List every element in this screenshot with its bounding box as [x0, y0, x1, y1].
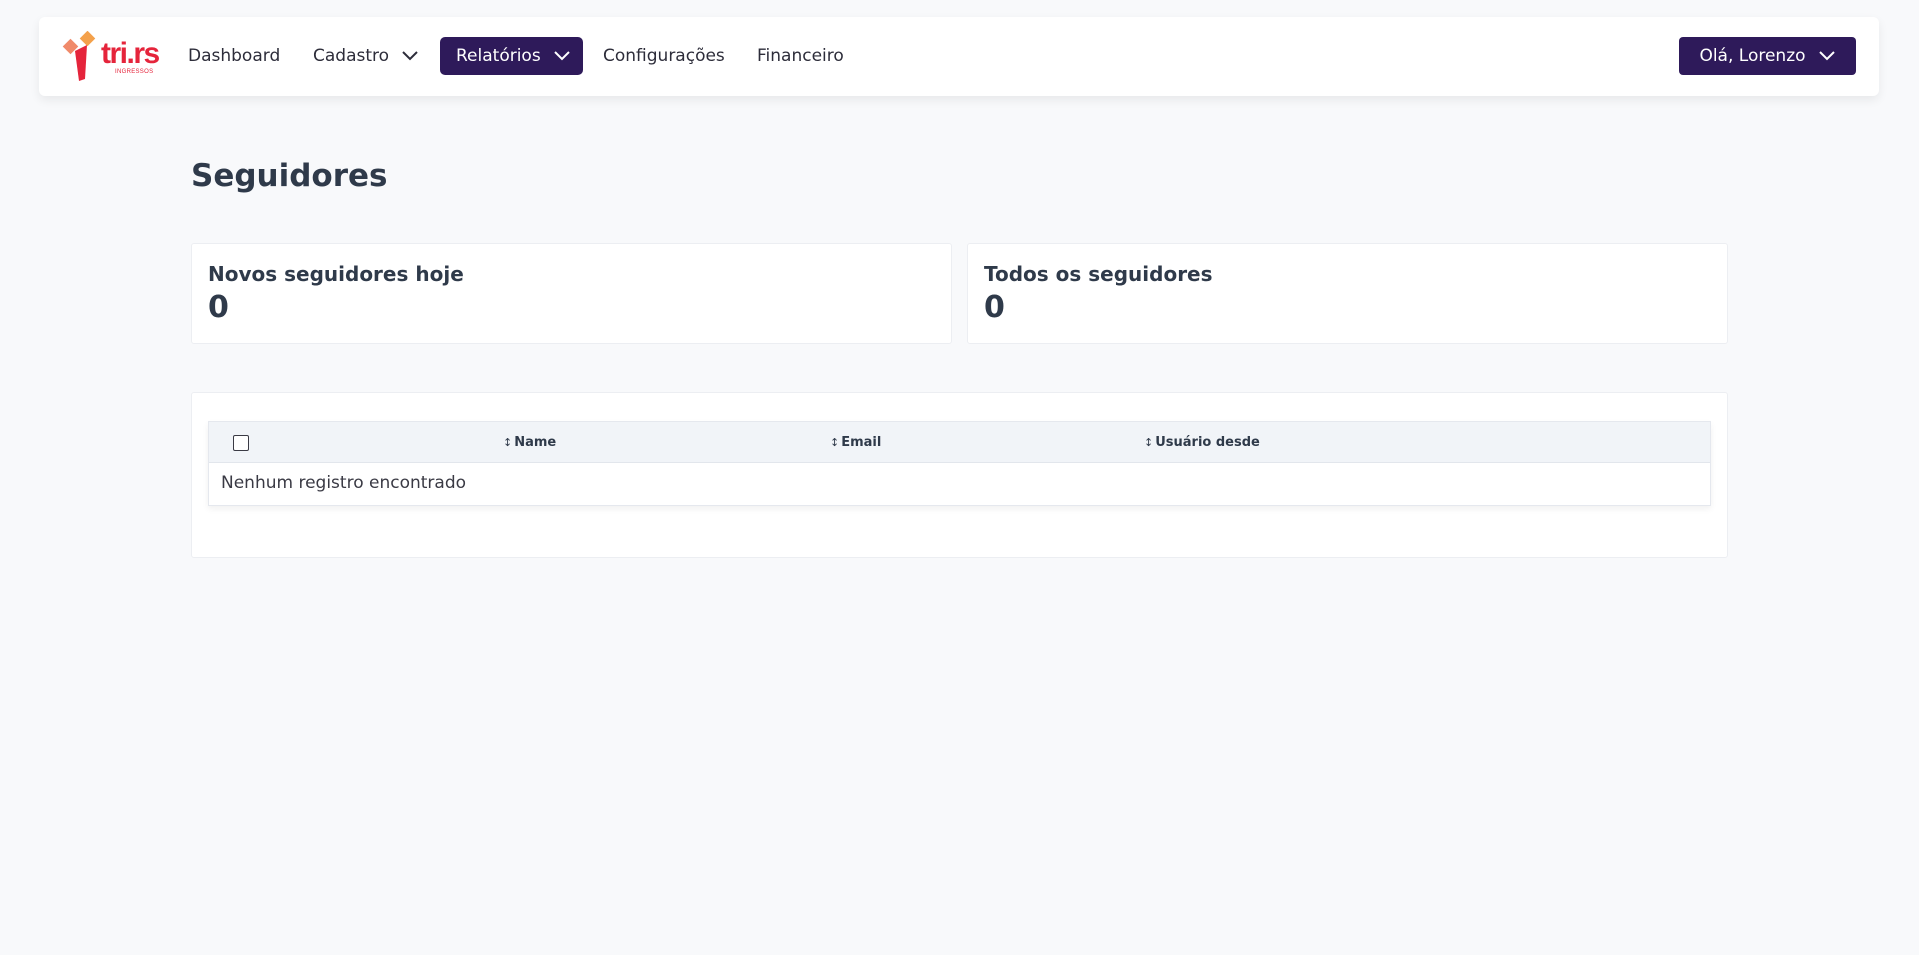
chevron-down-icon — [401, 50, 419, 62]
sort-icon: ↕ — [830, 436, 840, 449]
nav-dashboard-label: Dashboard — [188, 46, 281, 66]
sort-icon: ↕ — [503, 436, 513, 449]
column-header-user-since[interactable]: ↕ Usuário desde — [1144, 435, 1260, 450]
nav-relatorios[interactable]: Relatórios — [440, 37, 583, 75]
user-menu-button[interactable]: Olá, Lorenzo — [1679, 37, 1856, 75]
column-header-label: Usuário desde — [1155, 435, 1260, 450]
nav-cadastro[interactable]: Cadastro — [313, 37, 419, 75]
column-header-label: Name — [514, 435, 557, 450]
followers-table-card: ↕ Name ↕ Email ↕ Usuário desde Nenhum re… — [191, 392, 1728, 558]
nav-financeiro-label: Financeiro — [757, 46, 844, 66]
nav-cadastro-label: Cadastro — [313, 46, 390, 66]
chevron-down-icon — [553, 50, 571, 62]
nav-dashboard[interactable]: Dashboard — [188, 37, 280, 75]
nav-configuracoes[interactable]: Configurações — [603, 37, 725, 75]
user-menu-label: Olá, Lorenzo — [1699, 46, 1806, 66]
chevron-down-icon — [1818, 50, 1836, 62]
sort-icon: ↕ — [1144, 436, 1154, 449]
nav-financeiro[interactable]: Financeiro — [757, 37, 844, 75]
brand-logo[interactable]: tri.rs INGRESSOS — [61, 31, 161, 83]
stat-label: Novos seguidores hoje — [208, 262, 464, 286]
stat-label: Todos os seguidores — [984, 262, 1213, 286]
logo-tagline: INGRESSOS — [115, 69, 154, 75]
table-header: ↕ Name ↕ Email ↕ Usuário desde — [209, 422, 1710, 463]
nav-relatorios-label: Relatórios — [456, 46, 541, 66]
column-header-name[interactable]: ↕ Name — [503, 435, 556, 450]
stat-value: 0 — [984, 290, 1005, 325]
empty-table-message: Nenhum registro encontrado — [221, 473, 467, 493]
stat-card-new-followers: Novos seguidores hoje 0 — [191, 243, 952, 344]
column-header-label: Email — [841, 435, 882, 450]
logo-wordmark: tri.rs — [101, 37, 160, 70]
stat-value: 0 — [208, 290, 229, 325]
select-all-checkbox[interactable] — [233, 435, 249, 451]
logo-mark-icon — [62, 31, 96, 81]
top-navbar: tri.rs INGRESSOS Dashboard Cadastro Rela… — [39, 17, 1879, 96]
nav-configuracoes-label: Configurações — [603, 46, 725, 66]
column-header-email[interactable]: ↕ Email — [830, 435, 881, 450]
page-title: Seguidores — [191, 158, 388, 194]
followers-table: ↕ Name ↕ Email ↕ Usuário desde Nenhum re… — [208, 421, 1711, 506]
stat-card-all-followers: Todos os seguidores 0 — [967, 243, 1728, 344]
